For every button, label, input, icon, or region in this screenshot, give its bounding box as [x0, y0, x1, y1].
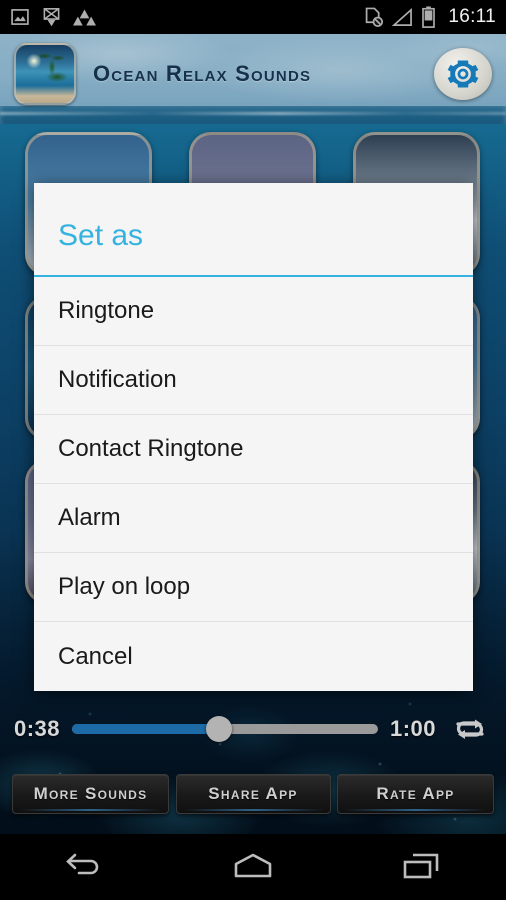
- seek-slider[interactable]: [72, 716, 378, 742]
- seek-slider-fill: [72, 724, 219, 734]
- dialog-title: Set as: [58, 219, 144, 252]
- recents-icon: [403, 853, 438, 879]
- android-navigation-bar: [0, 834, 506, 900]
- beach-thumbnail-icon: [14, 43, 76, 105]
- app-header: Ocean Relax Sounds: [0, 34, 506, 114]
- gear-icon: [447, 60, 479, 88]
- loop-toggle-button[interactable]: [448, 712, 492, 746]
- player-controls: 0:38 1:00: [0, 706, 506, 752]
- recents-button[interactable]: [377, 842, 467, 892]
- dialog-option-play-on-loop[interactable]: Play on loop: [34, 553, 473, 622]
- dialog-option-cancel[interactable]: Cancel: [34, 622, 473, 691]
- more-sounds-button[interactable]: More Sounds: [12, 774, 169, 814]
- status-bar: 16:11: [0, 0, 506, 34]
- page-title: Ocean Relax Sounds: [93, 61, 312, 86]
- total-time-label: 1:00: [389, 716, 436, 741]
- rate-app-button[interactable]: Rate App: [337, 774, 494, 814]
- dialog-option-contact-ringtone[interactable]: Contact Ringtone: [34, 415, 473, 484]
- bottom-button-row: More Sounds Share App Rate App: [0, 772, 506, 816]
- status-bar-notifications: [10, 7, 96, 28]
- signal-strength-icon: [392, 7, 413, 26]
- dialog-option-ringtone[interactable]: Ringtone: [34, 277, 473, 346]
- gallery-image-icon: [11, 9, 29, 25]
- android-screen: Ocean Relax Sounds 0:38 1:00 More Sounds: [0, 0, 506, 900]
- seek-slider-thumb[interactable]: [205, 716, 232, 742]
- download-complete-icon: [43, 7, 60, 26]
- settings-button[interactable]: [434, 48, 492, 100]
- status-bar-system-icons: 16:11: [364, 6, 496, 28]
- dialog-option-alarm[interactable]: Alarm: [34, 484, 473, 553]
- status-bar-clock: 16:11: [448, 6, 496, 27]
- set-as-dialog: Set as Ringtone Notification Contact Rin…: [34, 183, 473, 691]
- triangles-app-icon: [73, 9, 96, 25]
- share-app-button[interactable]: Share App: [175, 774, 331, 814]
- back-icon: [66, 853, 99, 875]
- palm-tree-shape-2: [42, 67, 72, 85]
- back-button[interactable]: [39, 842, 129, 892]
- repeat-loop-icon: [456, 719, 484, 739]
- dialog-option-notification[interactable]: Notification: [34, 346, 473, 415]
- no-sim-card-icon: [366, 7, 384, 27]
- battery-icon: [422, 6, 436, 28]
- home-icon: [234, 853, 272, 878]
- home-button[interactable]: [208, 842, 298, 892]
- current-time-label: 0:38: [14, 716, 61, 741]
